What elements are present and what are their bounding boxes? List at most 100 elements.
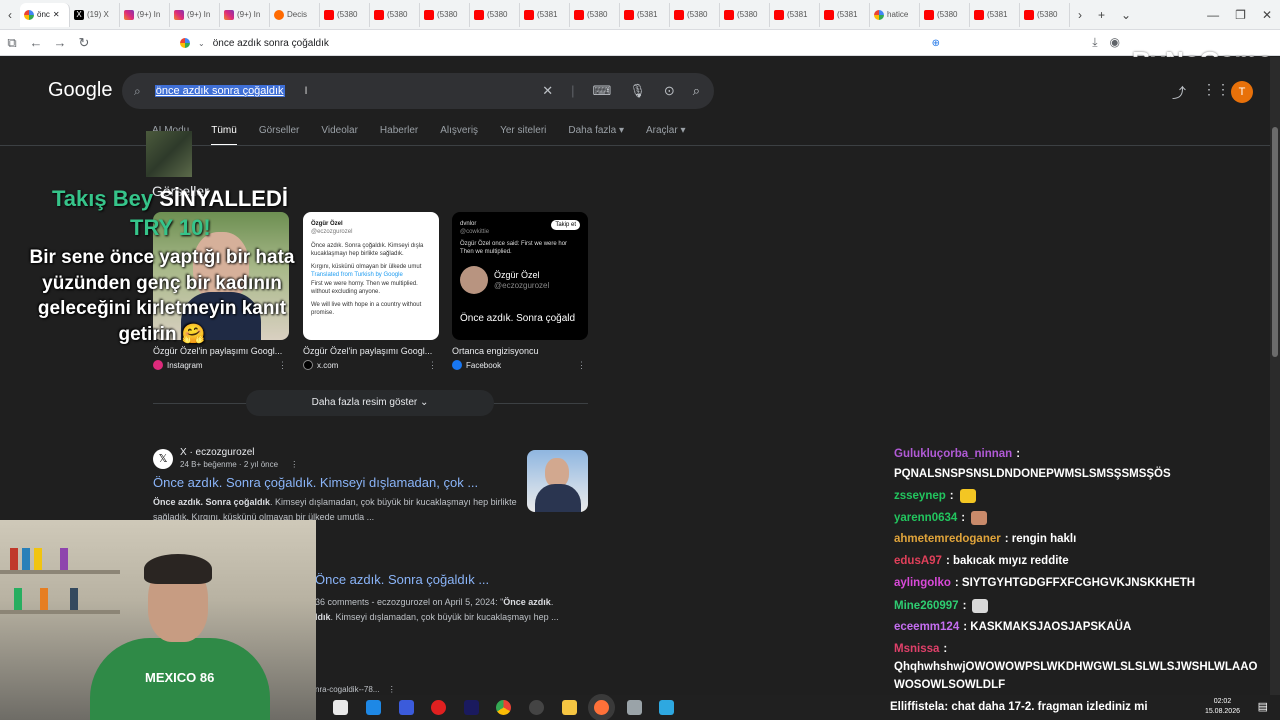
browser-tab[interactable]: hatice — [870, 2, 920, 27]
chat-username[interactable]: Mine260997 — [894, 600, 959, 612]
new-tab-button[interactable]: + — [1090, 8, 1113, 22]
search-submit-icon[interactable]: ⌕ — [693, 83, 700, 99]
reload-button[interactable]: ↻ — [72, 35, 96, 51]
search-tab[interactable]: Haberler — [380, 125, 418, 146]
site-info-chevron-icon[interactable]: ⌄ — [198, 39, 205, 48]
browser-tab[interactable]: Decis — [270, 2, 320, 27]
browser-tab[interactable]: (5380 — [570, 2, 620, 27]
back-button[interactable]: ← — [24, 35, 48, 50]
more-images-button[interactable]: Daha fazla resim göster ⌄ — [246, 390, 494, 416]
notifications-icon[interactable]: ▤ — [1258, 700, 1268, 713]
close-tab-icon[interactable]: ✕ — [53, 10, 60, 19]
address-bar[interactable]: ⌄ önce azdık sonra çoğaldık ⊕ — [180, 33, 940, 53]
chat-username[interactable]: yarenn0634 — [894, 512, 957, 524]
taskbar-app-icon[interactable] — [627, 700, 642, 715]
taskbar-app-icon[interactable] — [399, 700, 414, 715]
browser-tab[interactable]: (9+) In — [170, 2, 220, 27]
chat-username[interactable]: Gulukluçorba_ninnan — [894, 448, 1012, 460]
chat-username[interactable]: edusA97 — [894, 555, 942, 567]
browser-tab[interactable]: (5381 — [620, 2, 670, 27]
clear-search-icon[interactable]: ✕ — [542, 83, 553, 99]
result-url[interactable]: nra-cogaldik--78... ⋮ — [315, 685, 396, 694]
result-thumbnail[interactable] — [527, 450, 588, 512]
chrome-icon[interactable] — [496, 700, 511, 715]
tab-scroll-left-icon[interactable]: ‹ — [0, 8, 20, 22]
account-avatar[interactable]: T — [1231, 81, 1253, 103]
file-explorer-icon[interactable] — [562, 700, 577, 715]
x-site-icon[interactable]: 𝕏 — [153, 449, 173, 469]
search-box[interactable]: ⌕ önce azdık sonra çoğaldık I ✕ | ⌨ 🎙 ⊙ … — [122, 73, 714, 109]
image-source[interactable]: Instagram ⋮ — [153, 360, 289, 370]
taskbar-app-icon[interactable] — [333, 700, 348, 715]
more-options-icon[interactable]: ⋮ — [577, 360, 586, 371]
minimize-window-button[interactable]: — — [1199, 8, 1227, 22]
browser-tab[interactable]: (9+) In — [220, 2, 270, 27]
result-site-name[interactable]: X · eczozgurozel — [180, 447, 254, 458]
browser-tab[interactable]: önc ✕ — [20, 2, 70, 27]
voice-search-icon[interactable]: 🎙 — [629, 83, 646, 99]
browser-tab[interactable]: (5380 — [670, 2, 720, 27]
obs-icon[interactable] — [529, 700, 544, 715]
taskbar-app-icon[interactable] — [659, 700, 674, 715]
result-title-link[interactable]: Önce azdık. Sonra çoğaldık ... — [315, 572, 489, 587]
more-options-icon[interactable]: ⋮ — [428, 360, 437, 371]
browser-tab[interactable]: (5380 — [720, 2, 770, 27]
more-options-icon[interactable]: ⋮ — [388, 685, 396, 694]
browser-tab[interactable]: (5381 — [820, 2, 870, 27]
tab-search-chevron-icon[interactable]: ⌄ — [1113, 8, 1139, 22]
google-logo[interactable]: Google — [48, 79, 113, 102]
browser-tab[interactable]: (5381 — [970, 2, 1020, 27]
browser-tab[interactable]: (5380 — [320, 2, 370, 27]
search-input[interactable]: önce azdık sonra çoğaldık — [154, 85, 285, 97]
share-icon[interactable]: ⤴ — [1172, 83, 1186, 103]
browser-tab[interactable]: (5380 — [920, 2, 970, 27]
tab-actions-icon[interactable]: ⧉ — [0, 35, 24, 51]
translate-icon[interactable]: ⊕ — [932, 38, 940, 49]
premiere-icon[interactable] — [464, 700, 479, 715]
browser-tab[interactable]: (5380 — [470, 2, 520, 27]
follow-button[interactable]: Takip et — [551, 220, 580, 230]
chat-username[interactable]: zsseynep — [894, 490, 946, 502]
image-source[interactable]: Facebook ⋮ — [452, 360, 588, 370]
firefox-icon[interactable] — [594, 700, 609, 715]
browser-tab[interactable]: (5381 — [520, 2, 570, 27]
close-window-button[interactable]: ✕ — [1254, 8, 1280, 22]
browser-tab[interactable]: (9+) In — [120, 2, 170, 27]
profile-icon[interactable]: ◉ — [1110, 35, 1120, 50]
chat-username[interactable]: eceemm124 — [894, 621, 959, 633]
page-scrollbar[interactable] — [1270, 57, 1280, 697]
forward-button[interactable]: → — [48, 35, 72, 50]
browser-tab[interactable]: (5380 — [370, 2, 420, 27]
opera-icon[interactable] — [431, 700, 446, 715]
browser-tab[interactable]: X (19) X — [70, 2, 120, 27]
more-options-icon[interactable]: ⋮ — [278, 360, 287, 371]
image-source[interactable]: x.com ⋮ — [303, 360, 439, 370]
browser-tab[interactable]: (5380 — [420, 2, 470, 27]
more-options-icon[interactable]: ⋮ — [290, 460, 298, 469]
image-thumbnail[interactable]: Özgür Özel @eczozgurozel Önce azdık. Son… — [303, 212, 439, 340]
image-result-card[interactable]: Özgür Özel @eczozgurozel Önce azdık. Son… — [303, 212, 439, 370]
image-thumbnail[interactable]: dvnlor @cowkittie Takip et Özgür Özel on… — [452, 212, 588, 340]
image-result-card[interactable]: dvnlor @cowkittie Takip et Özgür Özel on… — [452, 212, 588, 370]
search-tab[interactable]: Yer siteleri — [500, 125, 546, 146]
result-title-link[interactable]: Önce azdık. Sonra çoğaldık. Kimseyi dışl… — [153, 475, 478, 490]
chat-username[interactable]: aylingolko — [894, 577, 951, 589]
keyboard-icon[interactable]: ⌨ — [593, 83, 612, 99]
scrollbar-thumb[interactable] — [1272, 127, 1278, 357]
search-tab[interactable]: Daha fazla ▾ — [568, 125, 624, 146]
taskbar-clock[interactable]: 02:02 15.08.2026 — [1205, 697, 1240, 717]
search-tab[interactable]: Alışveriş — [440, 125, 478, 146]
search-tab[interactable]: Videolar — [321, 125, 358, 146]
browser-tab[interactable]: (5380 — [1020, 2, 1070, 27]
chat-username[interactable]: Msnissa — [894, 643, 939, 655]
chat-username[interactable]: ahmetemredoganer — [894, 533, 1001, 545]
browser-tab[interactable]: (5381 — [770, 2, 820, 27]
search-tab[interactable]: Görseller — [259, 125, 300, 146]
search-tab[interactable]: Araçlar ▾ — [646, 125, 685, 146]
tab-scroll-right-icon[interactable]: › — [1070, 8, 1090, 22]
search-tab[interactable]: Tümü — [211, 125, 237, 146]
download-icon[interactable]: ⤓ — [1092, 35, 1097, 50]
lens-search-icon[interactable]: ⊙ — [664, 83, 675, 99]
restore-window-button[interactable]: ❐ — [1227, 8, 1254, 22]
taskbar-app-icon[interactable] — [366, 700, 381, 715]
